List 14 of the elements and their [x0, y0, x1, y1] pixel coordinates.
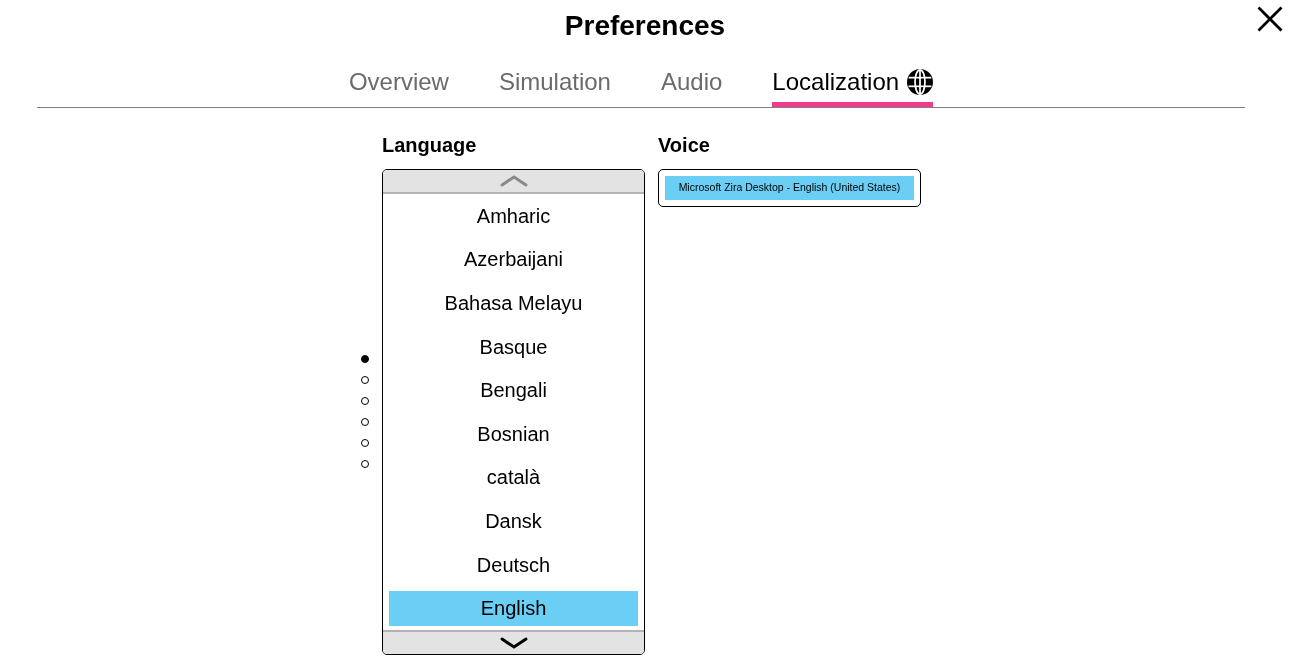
scroll-down-button[interactable] [383, 629, 644, 654]
chevron-up-icon [499, 174, 528, 188]
chevron-down-icon [499, 635, 528, 650]
tab[interactable]: Audio [660, 68, 723, 107]
tab[interactable]: Simulation [498, 68, 611, 107]
tab[interactable]: Overview [348, 68, 449, 107]
globe-icon [907, 69, 934, 95]
section-heading: Voice [658, 133, 711, 157]
list-item[interactable]: English [389, 590, 638, 626]
window-title: Preferences [564, 9, 726, 43]
section-heading: Language [382, 133, 478, 157]
list-item[interactable]: Microsoft Zira Desktop - English (United States) [665, 176, 914, 200]
close-icon [1257, 6, 1283, 32]
close-button[interactable] [1256, 5, 1284, 33]
